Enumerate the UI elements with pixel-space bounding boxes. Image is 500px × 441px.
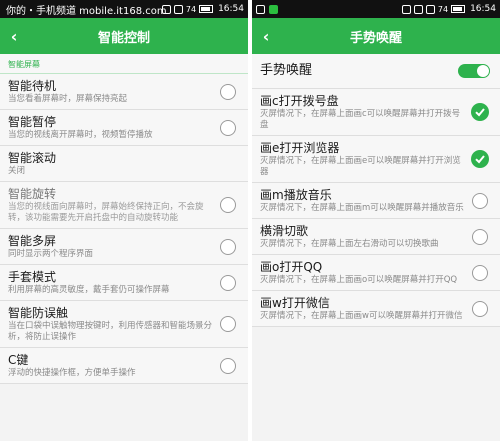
toggle-switch[interactable]: [458, 64, 490, 78]
gesture-e-browser[interactable]: 画e打开浏览器 灭屏情况下，在屏幕上面画e可以唤醒屏幕并打开浏览器: [252, 136, 500, 183]
setting-smart-pause[interactable]: 智能暂停 当您的视线离开屏幕时，视频暂停播放: [0, 110, 248, 146]
radio-icon[interactable]: [220, 357, 236, 374]
radio-icon[interactable]: [472, 264, 488, 281]
setting-title: 智能多屏: [8, 234, 57, 248]
watermark-text: 你的・手机频道 mobile.it168.com: [6, 6, 167, 17]
status-time: 16:54: [470, 4, 496, 14]
setting-title: 画e打开浏览器: [260, 141, 340, 155]
setting-title: 画w打开微信: [260, 296, 330, 310]
setting-smart-scroll[interactable]: 智能滚动 关闭: [0, 146, 248, 182]
battery-icon: [451, 5, 466, 13]
radio-icon[interactable]: [220, 83, 236, 100]
setting-title: 横滑切歌: [260, 224, 309, 238]
setting-desc: 利用屏幕的高灵敏度，戴手套仍可操作屏幕: [8, 285, 170, 295]
setting-desc: 当您的视线离开屏幕时，视频暂停播放: [8, 130, 153, 140]
setting-smart-multiscreen[interactable]: 智能多屏 同时显示两个程序界面: [0, 229, 248, 265]
setting-glove-mode[interactable]: 手套模式 利用屏幕的高灵敏度，戴手套仍可操作屏幕: [0, 265, 248, 301]
page-title: 手势唤醒: [349, 30, 402, 46]
setting-desc: 灭屏情况下，在屏幕上面左右滑动可以切换歌曲: [260, 239, 439, 249]
checkmark-icon[interactable]: [471, 150, 489, 168]
setting-desc: 灭屏情况下，在屏幕上面画m可以唤醒屏幕并播放音乐: [260, 203, 464, 213]
radio-icon[interactable]: [220, 274, 236, 291]
setting-title: 画c打开拨号盘: [260, 94, 339, 108]
radio-icon[interactable]: [220, 316, 236, 332]
page-title: 智能控制: [97, 30, 150, 46]
setting-title: C键: [8, 353, 29, 367]
setting-title: 手势唤醒: [260, 63, 313, 78]
radio-icon[interactable]: [472, 192, 488, 209]
gesture-m-music[interactable]: 画m播放音乐 灭屏情况下，在屏幕上面画m可以唤醒屏幕并播放音乐: [252, 183, 500, 219]
setting-smart-standby[interactable]: 智能待机 当您看着屏幕时，屏幕保持亮起: [0, 74, 248, 110]
section-header: 智能屏幕: [0, 54, 248, 74]
setting-desc: 浮动的快捷操作框，方便单手操作: [8, 368, 136, 378]
setting-title: 画m播放音乐: [260, 188, 332, 202]
radio-icon[interactable]: [220, 238, 236, 255]
status-time: 16:54: [218, 4, 244, 14]
gesture-w-wechat[interactable]: 画w打开微信 灭屏情况下，在屏幕上面画w可以唤醒屏幕并打开微信: [252, 291, 500, 327]
setting-c-key[interactable]: C键 浮动的快捷操作框，方便单手操作: [0, 348, 248, 384]
status-bar: 74 16:54: [252, 0, 500, 18]
checkmark-icon[interactable]: [471, 103, 489, 121]
radio-icon[interactable]: [472, 300, 488, 317]
battery-percent: 74: [437, 4, 449, 14]
setting-desc: 关闭: [8, 166, 26, 176]
gesture-o-qq[interactable]: 画o打开QQ 灭屏情况下，在屏幕上面画o可以唤醒屏幕并打开QQ: [252, 255, 500, 291]
battery-icon: [199, 5, 214, 13]
setting-desc: 灭屏情况下，在屏幕上面画w可以唤醒屏幕并打开微信: [260, 311, 463, 321]
battery-percent: 74: [185, 4, 197, 14]
left-screen: 你的・手机频道 mobile.it168.com 74 16:54 ‹ 智能控制…: [0, 0, 248, 441]
title-bar: ‹ 智能控制: [0, 18, 248, 54]
gesture-c-dialer[interactable]: 画c打开拨号盘 灭屏情况下，在屏幕上面画c可以唤醒屏幕并打开拨号盘: [252, 89, 500, 136]
setting-desc: 灭屏情况下，在屏幕上面画c可以唤醒屏幕并打开拨号盘: [260, 109, 461, 130]
setting-title: 智能待机: [8, 79, 57, 93]
radio-icon[interactable]: [220, 197, 236, 213]
wifi-icon: [413, 4, 423, 14]
shield-icon: [269, 4, 278, 14]
setting-desc: 同时显示两个程序界面: [8, 249, 94, 259]
setting-desc: 当在口袋中误触物理按键时，利用传感器和智能场景分析，将防止误操作: [8, 321, 213, 342]
notification-icons: [256, 4, 278, 14]
back-arrow-icon[interactable]: ‹: [0, 27, 28, 46]
setting-title: 智能滚动: [8, 151, 57, 165]
status-icons: 74 16:54: [401, 4, 496, 14]
setting-title: 智能暂停: [8, 115, 57, 129]
vibrate-icon: [401, 4, 411, 14]
gesture-swipe-song[interactable]: 横滑切歌 灭屏情况下，在屏幕上面左右滑动可以切换歌曲: [252, 219, 500, 255]
setting-desc: 灭屏情况下，在屏幕上面画e可以唤醒屏幕并打开浏览器: [260, 156, 461, 177]
screenshot-icon: [256, 4, 265, 14]
status-bar: 你的・手机频道 mobile.it168.com 74 16:54: [0, 0, 248, 18]
signal-icon: [173, 4, 183, 14]
title-bar: ‹ 手势唤醒: [252, 18, 500, 54]
setting-title: 手套模式: [8, 270, 57, 284]
right-screen: 74 16:54 ‹ 手势唤醒 手势唤醒 画c打开拨号盘 灭屏情况下，在屏幕上面…: [252, 0, 500, 441]
gesture-wake-master[interactable]: 手势唤醒: [252, 54, 500, 89]
setting-title: 画o打开QQ: [260, 260, 323, 274]
back-arrow-icon[interactable]: ‹: [252, 27, 280, 46]
radio-icon[interactable]: [220, 119, 236, 136]
status-icons: 74 16:54: [161, 4, 244, 14]
signal-icon: [425, 4, 435, 14]
setting-desc: 灭屏情况下，在屏幕上面画o可以唤醒屏幕并打开QQ: [260, 275, 458, 285]
setting-desc: 当您看着屏幕时，屏幕保持亮起: [8, 94, 128, 104]
setting-title: 智能防误触: [8, 306, 69, 320]
setting-desc: 当您的视线面向屏幕时，屏幕始终保持正向，不会旋转，该功能需要先开启托盘中的自动旋…: [8, 202, 204, 223]
setting-title: 智能旋转: [8, 187, 57, 201]
radio-icon[interactable]: [472, 228, 488, 245]
setting-smart-rotate[interactable]: 智能旋转 当您的视线面向屏幕时，屏幕始终保持正向，不会旋转，该功能需要先开启托盘…: [0, 182, 248, 229]
setting-anti-mistouch[interactable]: 智能防误触 当在口袋中误触物理按键时，利用传感器和智能场景分析，将防止误操作: [0, 301, 248, 348]
